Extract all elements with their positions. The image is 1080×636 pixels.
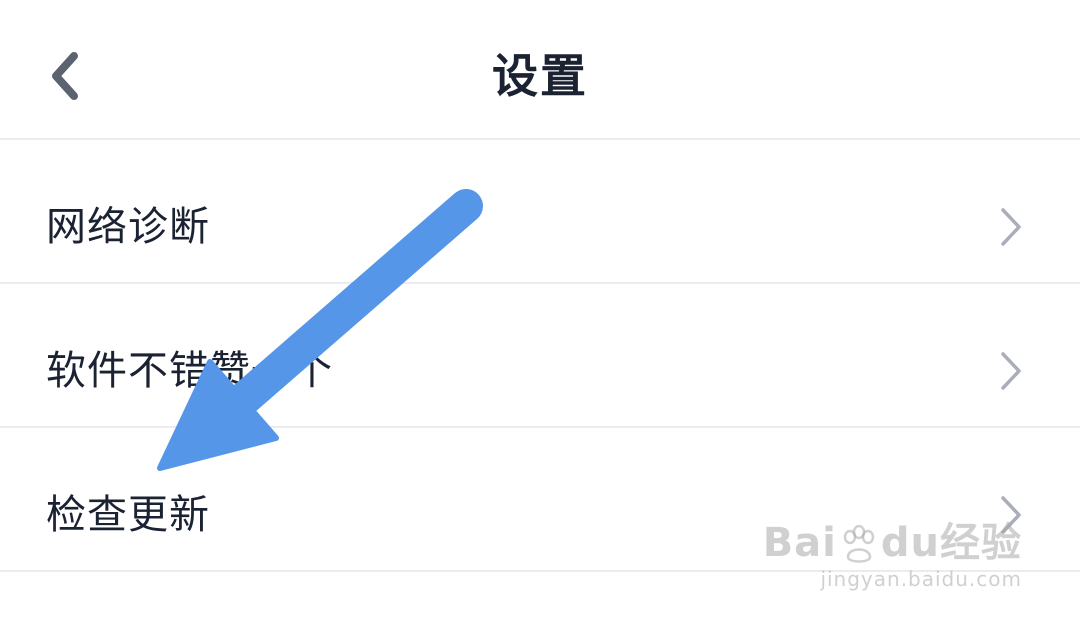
chevron-right-icon [1001,208,1021,246]
settings-item-label: 软件不错赞一个 [46,348,333,394]
chevron-right-icon [1001,352,1021,390]
paw-icon [843,525,875,563]
watermark-brand: Bai du经验 [762,520,1022,566]
settings-item-network-diagnosis[interactable]: 网络诊断 [0,140,1080,284]
settings-item-rate-app[interactable]: 软件不错赞一个 [0,284,1080,428]
header-bar: 设置 [0,0,1080,140]
settings-item-label: 检查更新 [46,492,210,538]
baidu-jingyan-watermark: Bai du经验 jingyan.baidu.com [763,520,1022,592]
settings-list: 网络诊断 软件不错赞一个 检查更新 [0,140,1080,572]
settings-item-label: 网络诊断 [46,204,210,250]
page-title: 设置 [492,49,588,103]
watermark-url: jingyan.baidu.com [820,567,1022,591]
